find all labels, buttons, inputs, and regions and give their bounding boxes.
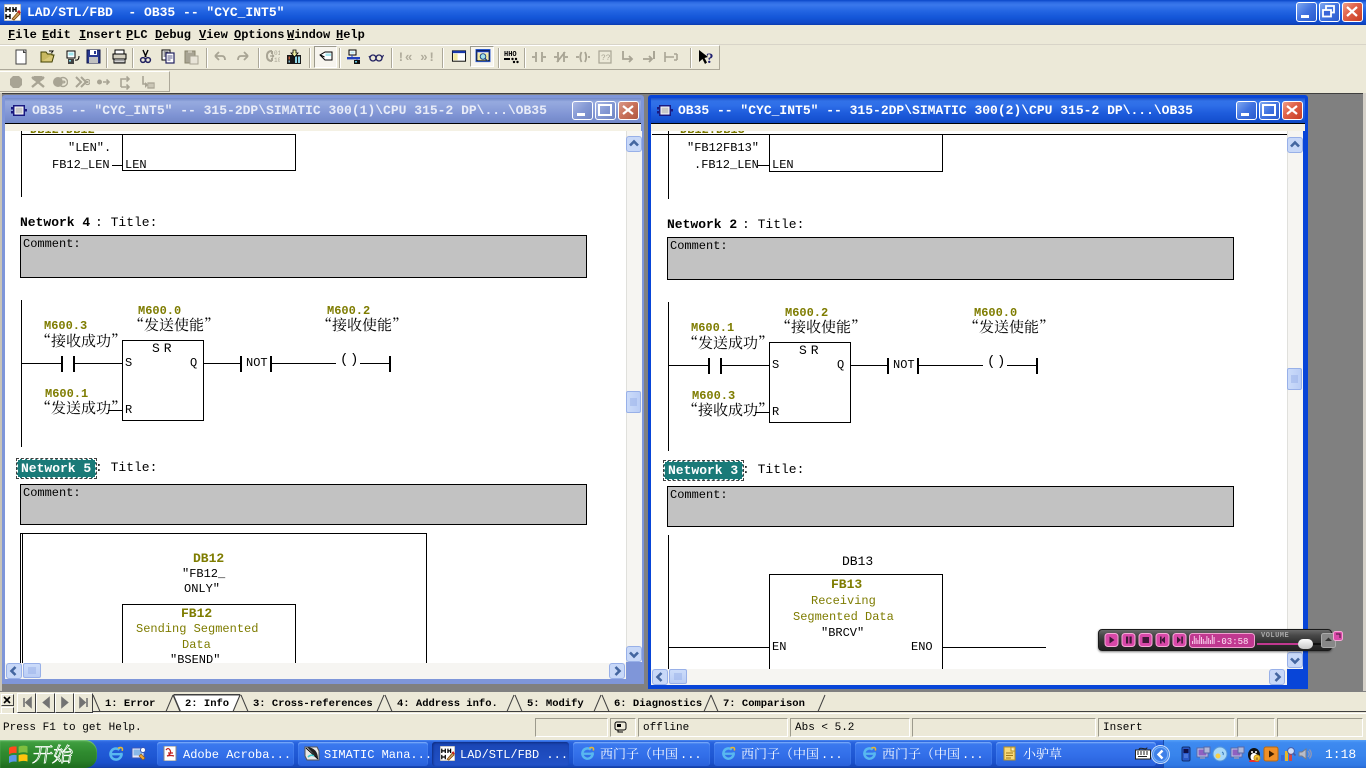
svg-text:??: ??: [601, 54, 611, 63]
svg-text:»!: »!: [420, 50, 436, 65]
svg-text:HHO: HHO: [504, 51, 517, 59]
svg-text:01: 01: [274, 50, 280, 57]
svg-text:?: ?: [706, 51, 713, 65]
svg-text:10: 10: [274, 57, 280, 64]
svg-text:-03:58: -03:58: [1216, 637, 1248, 647]
svg-text:!«: !«: [397, 50, 413, 65]
